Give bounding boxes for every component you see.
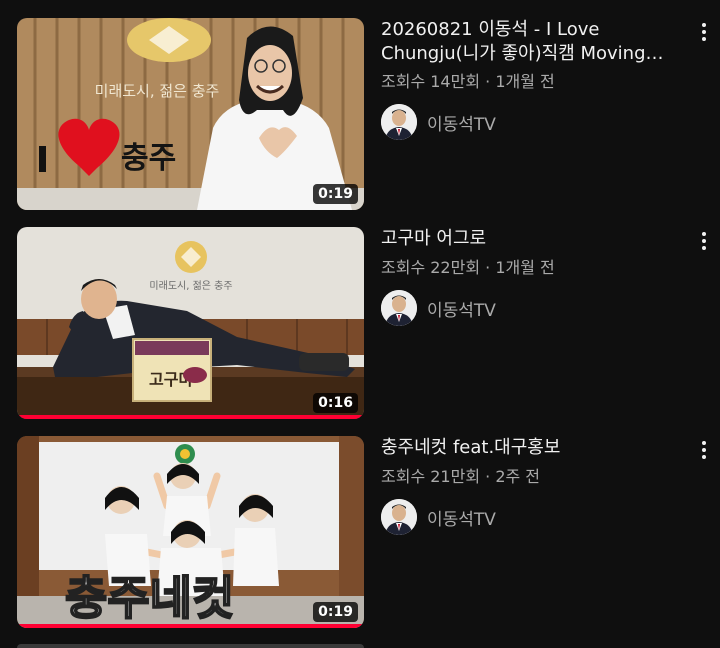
video-thumbnail[interactable]: 미래도시, 젊은 충주 고구마 0:16	[17, 227, 364, 419]
next-video-thumbnail-partial[interactable]	[17, 644, 364, 648]
view-count: 조회수 14만회	[381, 72, 481, 91]
video-thumbnail[interactable]: 충주네컷 0:19	[17, 436, 364, 628]
upload-age: 1개월 전	[495, 72, 555, 91]
video-duration: 0:19	[313, 602, 358, 622]
channel-name[interactable]: 이동석TV	[427, 110, 496, 135]
video-title[interactable]: 충주네컷 feat.대구홍보	[381, 436, 681, 460]
video-metadata: 조회수 22만회 · 1개월 전	[381, 254, 555, 278]
channel-link[interactable]: 이동석TV	[381, 103, 496, 141]
channel-avatar[interactable]	[381, 290, 417, 326]
video-duration: 0:19	[313, 184, 358, 204]
svg-text:충주: 충주	[121, 141, 176, 176]
channel-name[interactable]: 이동석TV	[427, 296, 496, 321]
meta-separator: ·	[485, 258, 496, 277]
video-title[interactable]: 고구마 어그로	[381, 227, 681, 251]
video-metadata: 조회수 14만회 · 1개월 전	[381, 68, 555, 92]
watch-progress-bar	[17, 624, 364, 628]
video-item[interactable]: 미래도시, 젊은 충주 충주 0:19 20260821 이동석 - I Lov…	[0, 18, 720, 218]
channel-name[interactable]: 이동석TV	[427, 505, 496, 530]
thumb-sign-text: 미래도시, 젊은 충주	[95, 82, 220, 100]
upload-age: 1개월 전	[495, 258, 555, 277]
more-vert-icon[interactable]	[692, 229, 716, 253]
more-vert-icon[interactable]	[692, 438, 716, 462]
more-vert-icon[interactable]	[692, 20, 716, 44]
video-thumbnail[interactable]: 미래도시, 젊은 충주 충주 0:19	[17, 18, 364, 210]
video-item[interactable]: 충주네컷 0:19 충주네컷 feat.대구홍보 조회수 21만회 · 2주 전…	[0, 436, 720, 636]
view-count: 조회수 22만회	[381, 258, 481, 277]
watch-progress-bar	[17, 415, 364, 419]
video-duration: 0:16	[313, 393, 358, 413]
video-title[interactable]: 20260821 이동석 - I Love Chungju(니가 좋아)직캠 M…	[381, 18, 681, 66]
thumb-sign-text: 미래도시, 젊은 충주	[149, 280, 232, 292]
channel-link[interactable]: 이동석TV	[381, 498, 496, 536]
meta-separator: ·	[485, 467, 496, 486]
view-count: 조회수 21만회	[381, 467, 481, 486]
channel-avatar[interactable]	[381, 104, 417, 140]
video-item[interactable]: 미래도시, 젊은 충주 고구마 0:16 고구마 어그로 조회수 22만회 · …	[0, 227, 720, 427]
upload-age: 2주 전	[495, 467, 541, 486]
video-metadata: 조회수 21만회 · 2주 전	[381, 463, 540, 487]
channel-link[interactable]: 이동석TV	[381, 289, 496, 327]
channel-avatar[interactable]	[381, 499, 417, 535]
thumb-overlay-text: 충주네컷	[65, 571, 234, 625]
meta-separator: ·	[485, 72, 496, 91]
